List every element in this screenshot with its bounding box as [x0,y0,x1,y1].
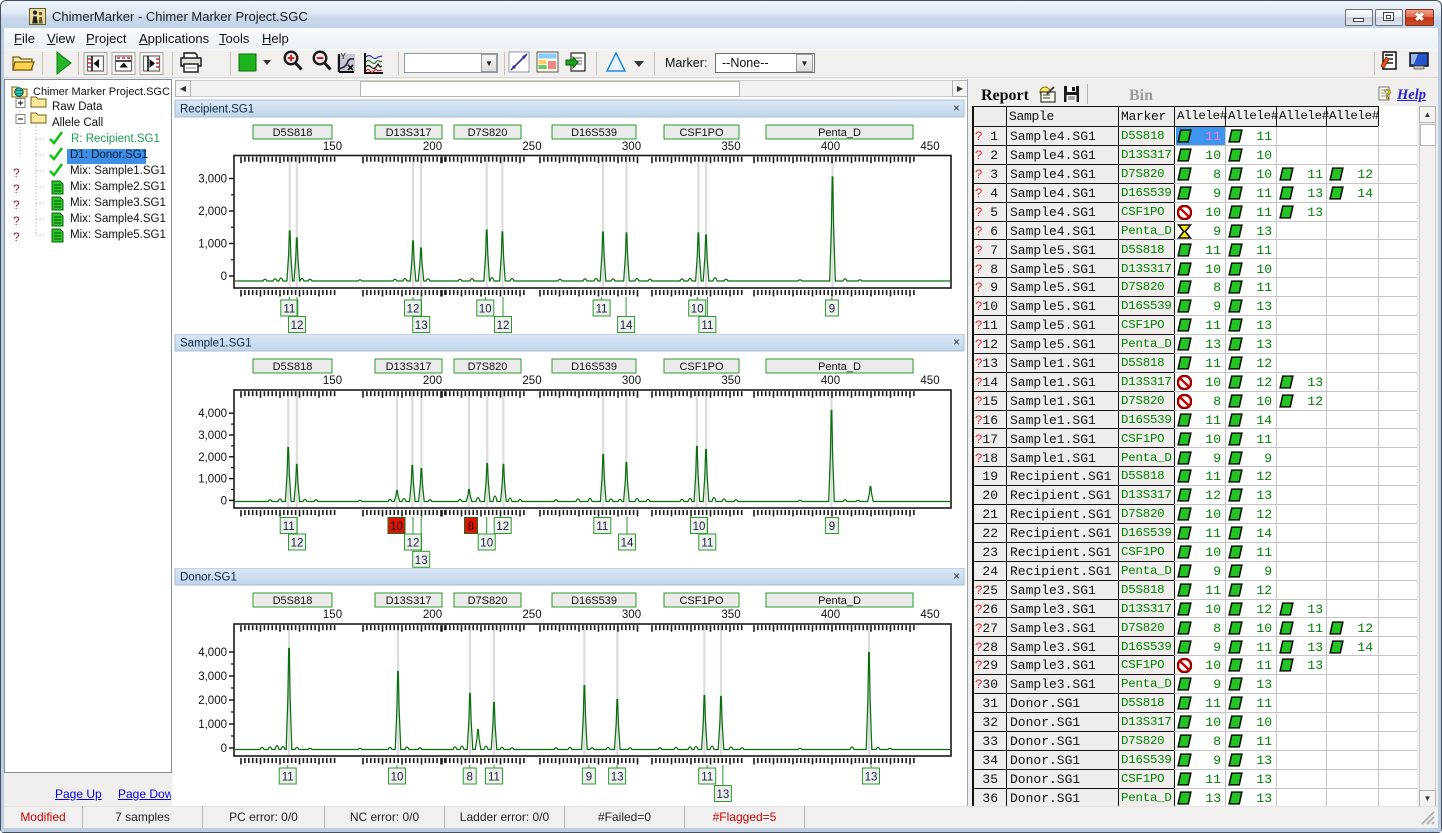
svg-text:12: 12 [291,320,304,332]
svg-text:?: ? [1384,87,1392,103]
svg-text:8: 8 [466,772,472,784]
svg-text:D7S820: D7S820 [468,361,508,373]
svg-text:12: 12 [407,538,420,550]
svg-text:CSF1PO: CSF1PO [679,127,723,139]
svg-text:13: 13 [415,320,428,332]
svg-text:12: 12 [291,538,304,550]
svg-text:450: 450 [920,141,939,153]
svg-text:CSF1PO: CSF1PO [679,361,723,373]
svg-text:4,000: 4,000 [198,647,227,659]
svg-text:300: 300 [622,141,641,153]
svg-text:3,000: 3,000 [198,174,227,186]
svg-text:Donor.SG1: Donor.SG1 [180,572,237,584]
svg-text:?: ? [13,230,20,244]
svg-text:D5S818: D5S818 [273,595,313,607]
svg-text:350: 350 [721,141,740,153]
svg-text:11: 11 [701,320,713,332]
svg-text:350: 350 [721,609,740,621]
svg-text:11: 11 [283,304,295,316]
svg-text:3,000: 3,000 [198,671,227,683]
svg-text:10: 10 [691,304,704,316]
svg-text:Penta_D: Penta_D [818,127,861,139]
svg-text:350: 350 [721,375,740,387]
svg-text:450: 450 [920,375,939,387]
svg-text:400: 400 [821,375,840,387]
svg-text:250: 250 [522,375,541,387]
svg-text:11: 11 [283,521,295,533]
svg-text:2,000: 2,000 [198,206,227,218]
svg-text:11: 11 [596,304,608,316]
svg-text:11: 11 [488,772,500,784]
svg-text:10: 10 [479,304,492,316]
svg-text:10: 10 [391,772,404,784]
svg-text:D16S539: D16S539 [571,127,617,139]
svg-text:?: ? [13,198,20,212]
svg-text:CSF1PO: CSF1PO [679,595,723,607]
svg-text:200: 200 [423,375,442,387]
svg-text:3,000: 3,000 [198,430,227,442]
svg-text:1,000: 1,000 [198,719,227,731]
svg-text:200: 200 [423,609,442,621]
svg-text:9: 9 [829,304,835,316]
svg-text:1,000: 1,000 [198,239,227,251]
svg-text:Recipient.SG1: Recipient.SG1 [180,104,254,116]
svg-text:2,000: 2,000 [198,452,227,464]
svg-text:13: 13 [415,555,428,567]
svg-text:150: 150 [323,609,342,621]
svg-text:250: 250 [522,141,541,153]
svg-text:12: 12 [407,304,420,316]
svg-text:Sample1.SG1: Sample1.SG1 [180,338,252,350]
svg-text:Penta_D: Penta_D [818,361,861,373]
svg-text:?: ? [13,182,20,196]
svg-text:Y: Y [341,52,347,61]
svg-text:9: 9 [829,521,835,533]
svg-text:400: 400 [821,609,840,621]
svg-text:400: 400 [821,141,840,153]
svg-text:11: 11 [701,772,713,784]
svg-text:0: 0 [221,495,227,507]
svg-text:D5S818: D5S818 [273,361,313,373]
svg-text:D5S818: D5S818 [273,127,313,139]
svg-text:9: 9 [586,772,592,784]
svg-text:D13S317: D13S317 [386,595,432,607]
svg-text:D16S539: D16S539 [571,595,617,607]
svg-text:×: × [953,101,960,115]
svg-text:4,000: 4,000 [198,408,227,420]
svg-text:1,000: 1,000 [198,474,227,486]
svg-text:11: 11 [596,521,608,533]
svg-text:8: 8 [468,521,474,533]
svg-text:D7S820: D7S820 [468,595,508,607]
svg-text:14: 14 [621,538,634,550]
svg-text:2,000: 2,000 [198,695,227,707]
svg-text:?: ? [13,214,20,228]
svg-text:0: 0 [221,743,227,755]
svg-text:10: 10 [693,521,706,533]
svg-text:250: 250 [522,609,541,621]
svg-text:13: 13 [611,772,624,784]
svg-text:10: 10 [480,538,493,550]
svg-text:11: 11 [701,538,713,550]
svg-text:300: 300 [622,375,641,387]
svg-text:12: 12 [497,320,510,332]
svg-text:200: 200 [423,141,442,153]
svg-text:Penta_D: Penta_D [818,595,861,607]
svg-text:?: ? [13,166,20,180]
svg-text:D7S820: D7S820 [468,127,508,139]
svg-text:150: 150 [323,141,342,153]
svg-text:11: 11 [282,772,294,784]
svg-text:×: × [953,335,960,349]
svg-text:150: 150 [323,375,342,387]
svg-text:×: × [953,569,960,583]
svg-text:D13S317: D13S317 [386,361,432,373]
svg-text:450: 450 [920,609,939,621]
svg-text:13: 13 [865,772,878,784]
svg-text:300: 300 [622,609,641,621]
svg-text:10: 10 [390,521,403,533]
svg-text:14: 14 [620,320,633,332]
svg-text:0: 0 [221,271,227,283]
svg-text:13: 13 [717,789,730,801]
svg-text:12: 12 [496,521,509,533]
svg-text:D16S539: D16S539 [571,361,617,373]
svg-text:D13S317: D13S317 [386,127,432,139]
